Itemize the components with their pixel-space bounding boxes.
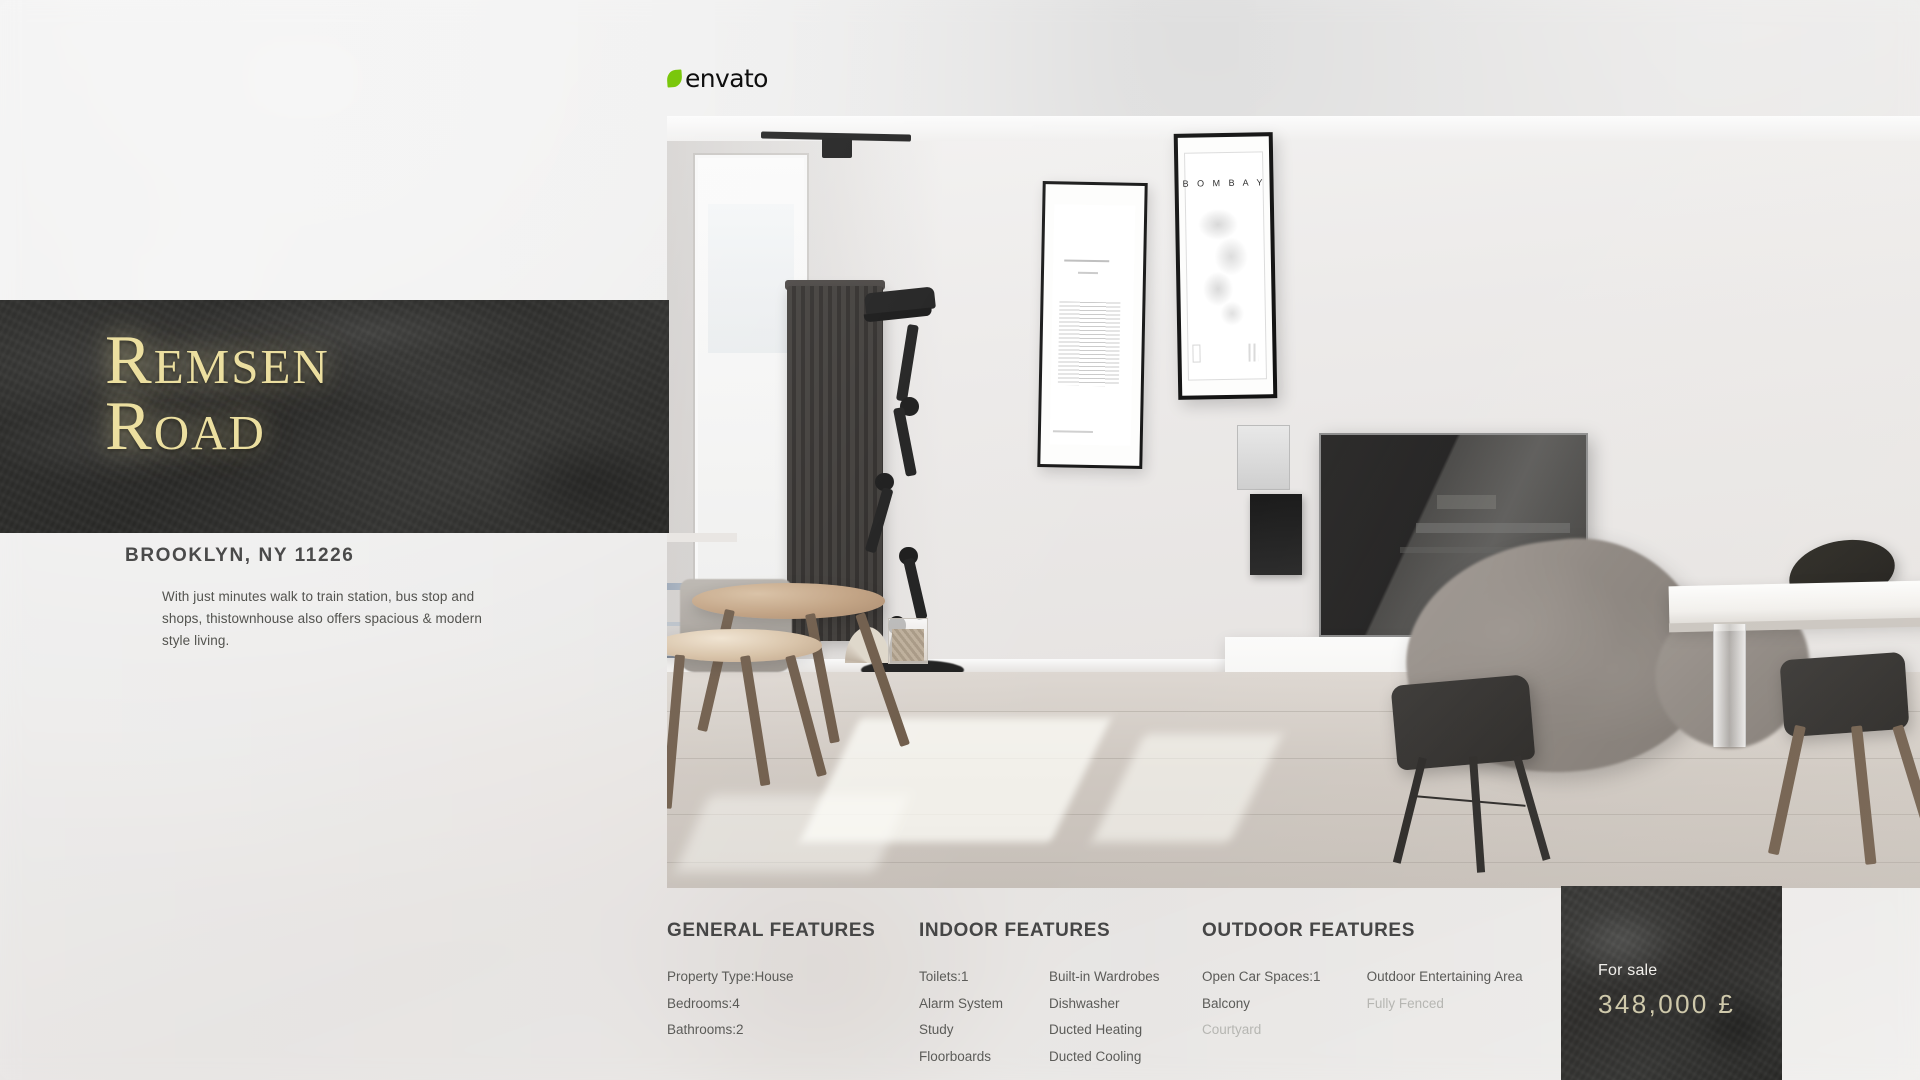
feature-item: Bathrooms:2 xyxy=(667,1022,744,1038)
feature-item: Outdoor Entertaining Area xyxy=(1366,969,1523,984)
panel-texture-highlights xyxy=(0,300,669,533)
feature-item: Ducted Heating xyxy=(1049,1022,1143,1038)
price-panel: For sale 348,000 £ xyxy=(1561,886,1782,1080)
feature-item: Built-in Wardrobes xyxy=(1049,969,1160,984)
photo-bombay-scale-bar xyxy=(1248,343,1259,362)
feature-item: Dishwasher xyxy=(1049,995,1120,1011)
photo-print-text-block xyxy=(1058,302,1122,388)
indoor-features-lists: Toilets:1 Alarm System Study Floorboards… xyxy=(919,964,1160,1071)
general-features-list: Property Type:House Bedrooms:4 Bathrooms… xyxy=(667,964,794,1044)
photo-coffee-table-large xyxy=(692,583,885,619)
general-features-column: GENERAL FEATURES Property Type:House Bed… xyxy=(667,920,875,1044)
photo-track-light-head xyxy=(822,137,853,158)
envato-logo: envato xyxy=(666,64,768,93)
envato-wordmark: envato xyxy=(685,64,768,93)
property-description: With just minutes walk to train station,… xyxy=(162,589,482,648)
feature-item: Open Car Spaces:1 xyxy=(1202,969,1321,984)
indoor-features-column: INDOOR FEATURES Toilets:1 Alarm System S… xyxy=(919,920,1160,1071)
feature-item: Toilets:1 xyxy=(919,969,969,984)
photo-shelf-print xyxy=(1237,424,1290,491)
price-value: 348,000 £ xyxy=(1598,989,1736,1019)
outdoor-features-lists: Open Car Spaces:1 Balcony Courtyard Outd… xyxy=(1202,964,1523,1044)
photo-jar-contents xyxy=(891,628,924,662)
outdoor-features-title: OUTDOOR FEATURES xyxy=(1202,920,1415,941)
feature-item: Property Type:House xyxy=(667,969,794,984)
photo-door-pane xyxy=(708,204,794,353)
feature-item: Floorboards xyxy=(919,1049,992,1065)
page-title: Remsen Road xyxy=(105,326,330,465)
feature-item: Bedrooms:4 xyxy=(667,995,740,1011)
outdoor-features-list-1: Open Car Spaces:1 Balcony Courtyard xyxy=(1202,964,1321,1044)
indoor-features-list-1: Toilets:1 Alarm System Study Floorboards xyxy=(919,964,1003,1071)
outdoor-features-column: OUTDOOR FEATURES Open Car Spaces:1 Balco… xyxy=(1202,920,1523,1044)
feature-item: Balcony xyxy=(1202,995,1251,1011)
indoor-features-title: INDOOR FEATURES xyxy=(919,920,1111,941)
feature-item: Fully Fenced xyxy=(1366,995,1444,1011)
envato-leaf-icon xyxy=(666,69,683,88)
photo-framed-print-bombay: B O M B A Y xyxy=(1173,132,1278,401)
property-address: BROOKLYN, NY 11226 xyxy=(125,545,355,566)
general-features-lists: Property Type:House Bedrooms:4 Bathrooms… xyxy=(667,964,875,1044)
feature-item: Courtyard xyxy=(1202,1022,1262,1038)
photo-bombay-map xyxy=(1195,206,1254,332)
outdoor-features-list-2: Outdoor Entertaining Area Fully Fenced xyxy=(1367,964,1523,1044)
feature-item: Ducted Cooling xyxy=(1049,1049,1142,1065)
photo-tv-reflection-1 xyxy=(1416,522,1570,533)
price-panel-texture-highlights xyxy=(1561,886,1782,1080)
page-title-line-2: Road xyxy=(105,387,266,465)
indoor-features-list-2: Built-in Wardrobes Dishwasher Ducted Hea… xyxy=(1049,964,1160,1071)
photo-glass-jar xyxy=(887,617,928,665)
photo-speaker xyxy=(1249,494,1303,576)
general-features-title: GENERAL FEATURES xyxy=(667,920,876,941)
photo-window-sill xyxy=(667,532,738,543)
photo-dining-table-glass-leg xyxy=(1713,623,1746,748)
sale-status-label: For sale xyxy=(1598,962,1658,979)
property-title-panel: Remsen Road xyxy=(0,300,669,533)
photo-bombay-label: B O M B A Y xyxy=(1182,177,1266,190)
photo-framed-print-letter xyxy=(1037,181,1149,469)
photo-sunlight-patch xyxy=(674,795,910,873)
feature-item: Alarm System xyxy=(919,995,1004,1011)
photo-bombay-legend-box xyxy=(1191,344,1201,363)
feature-item: Study xyxy=(919,1022,954,1038)
property-photo: B O M B A Y xyxy=(667,116,1920,888)
photo-tv-reflection-3 xyxy=(1437,494,1496,509)
